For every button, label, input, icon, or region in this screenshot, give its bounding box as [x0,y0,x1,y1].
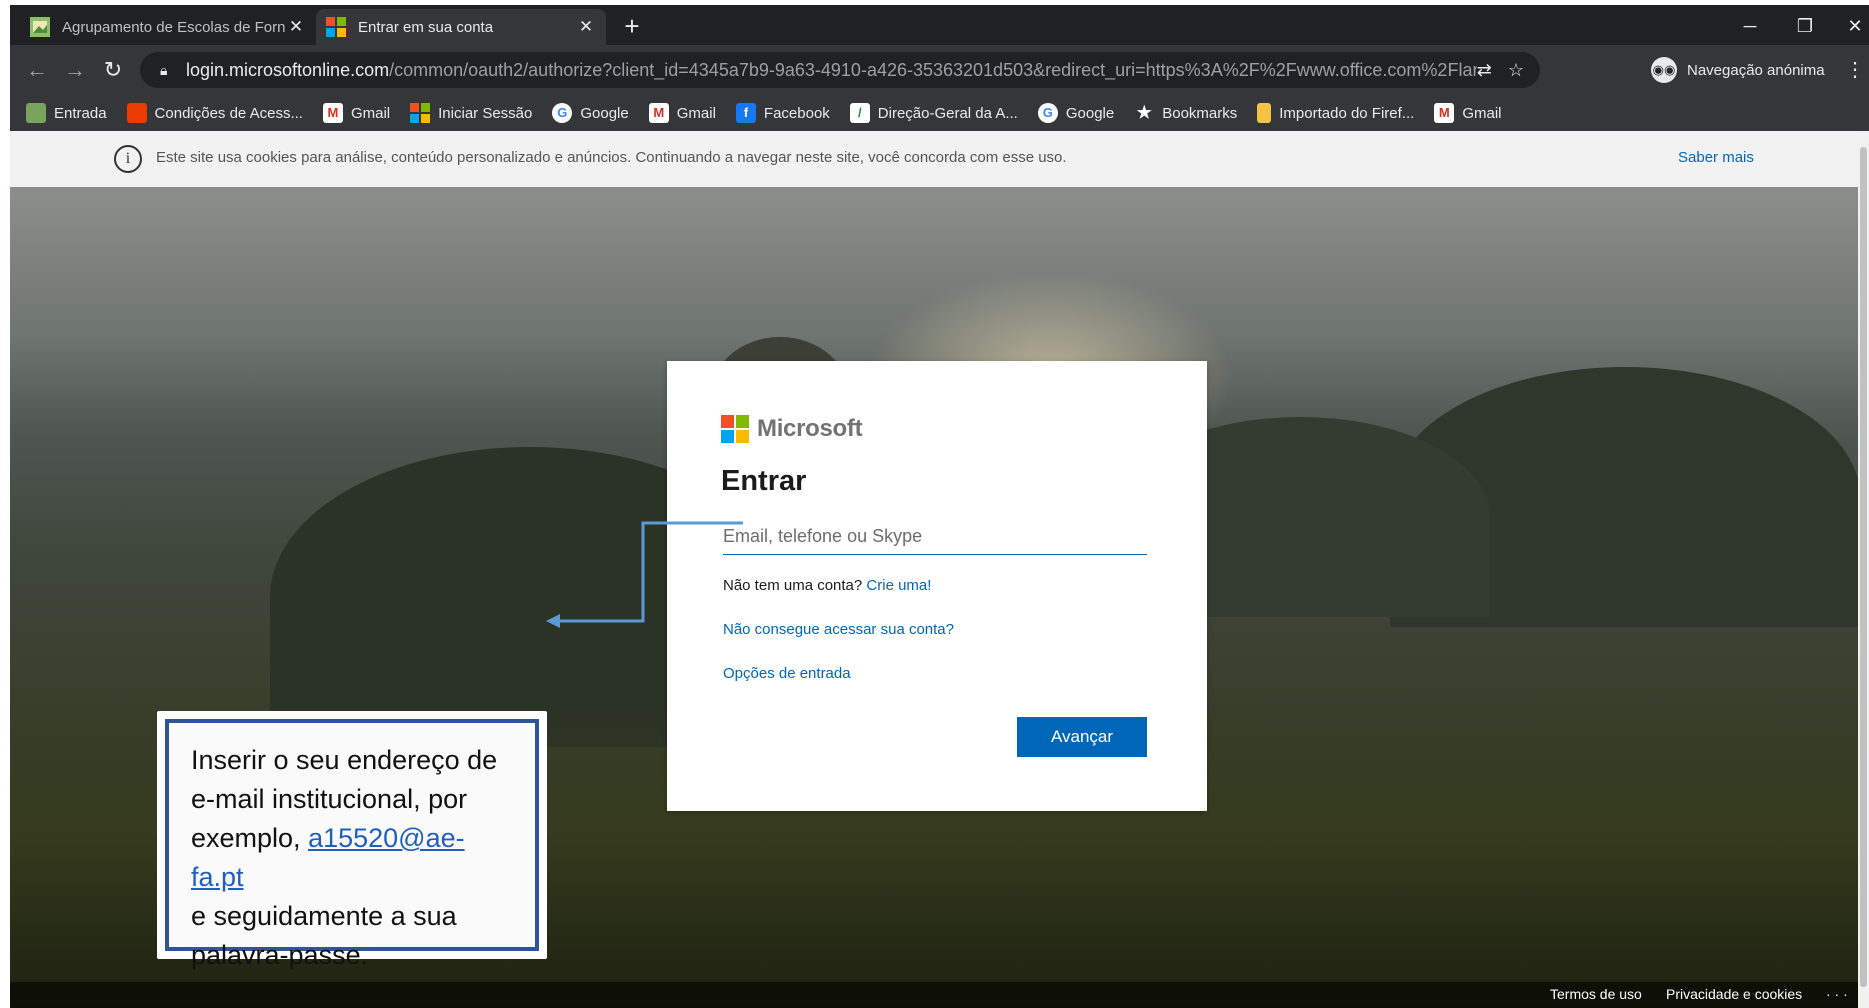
no-account-text: Não tem uma conta? [723,577,863,594]
facebook-icon: f [735,103,756,123]
bookmark-google[interactable]: G Google [1037,103,1115,123]
cookie-text: Este site usa cookies para análise, cont… [156,149,1067,166]
brand-name: Microsoft [757,415,863,442]
chrome-menu-icon[interactable]: ⋮ [1845,57,1865,82]
school-site-icon [30,17,50,37]
bookmark-label: Google [580,104,629,122]
bookmark-label: Gmail [1462,104,1502,122]
restore-button[interactable]: ❐ [1785,13,1825,39]
bookmark-gmail[interactable]: M Gmail [648,103,716,123]
star-icon: ★ [1136,103,1152,122]
info-icon: i [114,145,142,173]
office-icon [126,103,147,123]
callout-line: Inserir o seu endereço de [191,745,498,775]
page-scrollbar[interactable] [1858,131,1869,1008]
bookmark-importado[interactable]: Importado do Firef... [1257,103,1414,123]
new-tab-button[interactable]: + [618,13,646,41]
callout-text: Inserir o seu endereço de e-mail institu… [165,719,539,970]
incognito-indicator[interactable]: ◉◉ Navegação anónima [1645,54,1837,86]
instruction-callout: Inserir o seu endereço de e-mail institu… [157,711,547,970]
bookmark-label: Entrada [54,104,107,122]
scrollbar-thumb[interactable] [1860,147,1867,987]
photo-icon [26,103,46,123]
create-account-link[interactable]: Crie uma! [866,577,931,594]
bookmark-label: Facebook [763,104,830,122]
google-icon: G [1037,103,1058,123]
bookmark-gmail[interactable]: M Gmail [1434,103,1501,123]
tab-agrupamento[interactable]: Agrupamento de Escolas de Forn ✕ [20,9,316,45]
callout-line: exemplo, a15520@ae-fa.pt [191,819,517,897]
close-tab-icon[interactable]: ✕ [576,17,596,37]
cookie-banner: i Este site usa cookies para análise, co… [10,131,1858,187]
close-tab-icon[interactable]: ✕ [286,17,306,37]
toolbar: ← → ↻ 🔒︎ login.microsoftonline.com/commo… [10,45,1869,95]
bookmark-gmail[interactable]: M Gmail [322,103,391,123]
url-host: login.microsoftonline.com [186,59,390,80]
page-footer: Termos de uso Privacidade e cookies · · … [10,982,1858,1008]
bookmark-condicoes[interactable]: Condições de Acess... [126,103,303,123]
bookmark-direcao-geral[interactable]: / Direção-Geral da A... [849,103,1018,123]
signin-card: Microsoft Entrar Não tem uma conta? Crie… [667,361,1207,811]
more-options-icon[interactable]: · · · [1826,986,1848,1002]
bookmark-label: Google [1065,104,1115,122]
google-icon: G [552,103,573,123]
page-title: Entrar [721,465,807,497]
signin-options-link[interactable]: Opções de entrada [723,665,851,682]
bookmark-label: Direção-Geral da A... [877,104,1018,122]
microsoft-icon [326,17,346,37]
bookmark-entrada[interactable]: Entrada [26,103,107,123]
learn-more-link[interactable]: Saber mais [1678,149,1754,166]
microsoft-logo: Microsoft [721,415,863,443]
next-button[interactable]: Avançar [1017,717,1147,757]
callout-line-prefix: exemplo, [191,823,309,853]
tab-strip: Agrupamento de Escolas de Forn ✕ Entrar … [10,5,1869,45]
bookmarks-bar: Entrada Condições de Acess... M Gmail Ini… [10,95,1869,131]
email-field[interactable] [723,519,1147,555]
bookmark-google[interactable]: G Google [552,103,629,123]
no-account-line: Não tem uma conta? Crie uma! [723,577,931,594]
forward-button[interactable]: → [60,55,90,85]
page-viewport: i Este site usa cookies para análise, co… [10,131,1858,1008]
privacy-link[interactable]: Privacidade e cookies [1666,986,1802,1002]
gmail-icon: M [1434,103,1455,123]
tab-entrar[interactable]: Entrar em sua conta ✕ [316,9,606,45]
gmail-icon: M [648,103,669,123]
callout-line: e seguidamente a sua [191,901,457,931]
incognito-label: Navegação anónima [1687,61,1825,79]
tab-title: Agrupamento de Escolas de Forn [62,18,286,36]
bookmark-iniciar-sessao[interactable]: Iniciar Sessão [410,103,532,123]
microsoft-icon [410,103,431,123]
reload-button[interactable]: ↻ [98,55,128,85]
bookmark-label: Bookmarks [1162,104,1238,122]
url-text[interactable]: login.microsoftonline.com/common/oauth2/… [186,60,1477,81]
browser-window: Agrupamento de Escolas de Forn ✕ Entrar … [10,5,1869,1008]
gmail-icon: M [322,103,343,123]
close-window-button[interactable]: ✕ [1835,13,1869,39]
address-bar[interactable]: 🔒︎ login.microsoftonline.com/common/oaut… [140,52,1540,88]
callout-line: palavra-passe. [191,940,369,970]
bookmark-label: Gmail [676,104,716,122]
bookmark-bookmarks[interactable]: ★ Bookmarks [1134,103,1238,123]
bookmark-star-icon[interactable]: ☆ [1508,60,1524,81]
folder-icon [1257,103,1272,123]
back-button[interactable]: ← [22,55,52,85]
bookmark-label: Iniciar Sessão [438,104,533,122]
bookmark-facebook[interactable]: f Facebook [735,103,830,123]
url-path: /common/oauth2/authorize?client_id=4345a… [389,59,1477,80]
incognito-icon: ◉◉ [1651,57,1677,83]
dg-icon: / [849,103,870,123]
microsoft-icon [721,415,749,443]
cant-access-link[interactable]: Não consegue acessar sua conta? [723,621,954,638]
lock-icon: 🔒︎ [160,61,168,78]
bookmark-label: Importado do Firef... [1279,104,1415,122]
minimize-button[interactable]: ─ [1730,13,1770,39]
bookmark-label: Condições de Acess... [154,104,303,122]
bookmark-label: Gmail [350,104,391,122]
tab-title: Entrar em sua conta [358,18,494,36]
callout-line: e-mail institucional, por [191,784,468,814]
translate-icon[interactable]: ⇄ [1477,60,1492,81]
terms-link[interactable]: Termos de uso [1550,986,1642,1002]
